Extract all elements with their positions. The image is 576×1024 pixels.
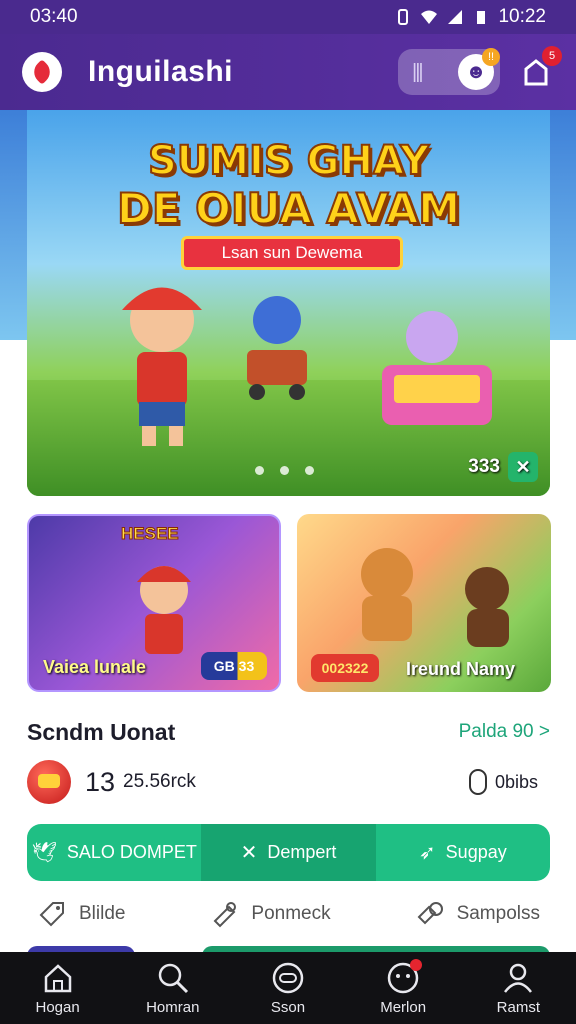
cart-button[interactable]: 5: [518, 46, 562, 90]
game-card[interactable]: HESEE Vaiea lunale GB 33: [27, 514, 281, 692]
send-icon: ➶: [418, 842, 436, 864]
signal-icon: [448, 10, 463, 24]
nav-label: Sson: [270, 998, 306, 1016]
chat-icon: [386, 958, 423, 995]
carousel-dot[interactable]: [305, 466, 314, 475]
search-tag-icon: [415, 899, 445, 929]
promo-badge: !!: [482, 48, 500, 66]
utility-label: Sampolss: [456, 903, 540, 924]
nav-item-hogan[interactable]: Hogan: [8, 961, 108, 1016]
app-logo-icon[interactable]: [22, 52, 62, 92]
wallet-icon: [27, 760, 71, 804]
card-pill: GB 33: [201, 652, 267, 680]
close-icon[interactable]: ✕: [508, 452, 538, 482]
hero-title-line1: SUMIS GHAY: [147, 137, 430, 185]
utility-label: Blilde: [79, 903, 126, 924]
utility-item[interactable]: Blilde: [37, 899, 125, 929]
utility-item[interactable]: Ponmeck: [209, 899, 331, 929]
utility-item[interactable]: Sampolss: [415, 899, 540, 929]
card-title: Ireund Namy: [405, 659, 515, 679]
gamepad-icon: [271, 961, 305, 995]
nav-label: Hogan: [35, 998, 80, 1016]
search-icon: [156, 961, 190, 995]
balance-row: 13 25.56rck 0bibs: [27, 760, 550, 804]
nav-item-merlon[interactable]: Merlon: [353, 958, 453, 1016]
utility-row: Blilde Ponmeck Sampolss: [27, 892, 550, 936]
app-title: Inguilashi: [88, 55, 234, 88]
smiley-icon[interactable]: ☻ !!: [458, 48, 500, 90]
bottom-nav: Hogan Homran Sson Merlon Ramst: [0, 952, 576, 1024]
game-card[interactable]: 002322 Ireund Namy: [297, 514, 551, 692]
nav-item-ramst[interactable]: Ramst: [468, 961, 568, 1016]
status-bar: 03:40 10:22: [0, 0, 576, 34]
carousel-dot[interactable]: [280, 466, 289, 475]
notification-dot: [410, 958, 423, 971]
action-dempert[interactable]: ✕ Dempert: [201, 824, 376, 881]
card-title: Vaiea lunale: [43, 657, 147, 677]
hero-banner[interactable]: SUMIS GHAY DE OIUA AVAM Lsan sun Dewema …: [27, 110, 550, 496]
status-icons: 10:22: [394, 6, 546, 28]
hero-counter: 333 ✕: [468, 452, 538, 482]
hero-machine-illustration: [382, 311, 492, 425]
action-sugpay[interactable]: ➶ Sugpay: [376, 824, 550, 881]
section-title: Scndm Uonat: [27, 718, 176, 745]
nav-label: Ramst: [496, 998, 541, 1016]
nav-item-sson[interactable]: Sson: [238, 961, 338, 1016]
action-label: Sugpay: [445, 842, 507, 862]
hero-cat-illustration: [247, 296, 307, 400]
ticket-icon: [209, 899, 239, 929]
home-icon: [41, 961, 75, 995]
battery-icon: [477, 11, 486, 24]
nav-label: Merlon: [380, 998, 427, 1016]
carousel-dot[interactable]: [255, 466, 264, 475]
profile-icon: [501, 961, 535, 995]
hero-character-illustration: [122, 287, 202, 446]
hero-count-value: 333: [468, 456, 500, 477]
section-header: Scndm Uonat Palda 90 >: [27, 716, 550, 748]
app-actions: ||| ☻ !! 5: [398, 46, 562, 95]
wifi-icon: [421, 10, 438, 24]
action-label: SALO DOMPET: [66, 842, 197, 862]
carousel-dots[interactable]: [255, 466, 314, 475]
payment-action-bar: 🕊 SALO DOMPET ✕ Dempert ➶ Sugpay: [27, 824, 550, 881]
balance-unit: 25.56rck: [123, 771, 196, 792]
menu-icon: |||: [412, 60, 424, 83]
vibrate-icon: [398, 9, 409, 25]
cart-badge: 5: [542, 46, 562, 66]
close-icon: ✕: [240, 842, 258, 864]
action-salo-dompet[interactable]: 🕊 SALO DOMPET: [27, 824, 201, 881]
nav-item-homran[interactable]: Homran: [123, 961, 223, 1016]
tag-icon: [37, 899, 67, 929]
card-pill: 002322: [311, 654, 379, 682]
promo-toggle[interactable]: ||| ☻ !!: [398, 48, 500, 95]
status-time: 03:40: [30, 6, 78, 27]
card-tag: HESEE: [121, 524, 180, 544]
balance-amount: 13: [85, 766, 116, 797]
points-value: 0bibs: [494, 771, 538, 792]
section-link[interactable]: Palda 90 >: [459, 721, 550, 743]
card-animals-illustration: [361, 548, 509, 647]
app-bar: Inguilashi ||| ☻ !! 5: [0, 34, 576, 110]
nav-label: Homran: [146, 998, 200, 1016]
status-clock: 10:22: [498, 6, 546, 27]
points[interactable]: 0bibs: [468, 769, 538, 795]
bird-icon: 🕊: [31, 842, 57, 864]
hero-subtitle: Lsan sun Dewema: [181, 236, 403, 270]
utility-label: Ponmeck: [251, 903, 331, 924]
badge-icon: [468, 769, 487, 795]
card-character-illustration: [137, 566, 191, 654]
action-label: Dempert: [267, 842, 337, 862]
hero-title-line2: DE OIUA AVAM: [116, 183, 461, 234]
